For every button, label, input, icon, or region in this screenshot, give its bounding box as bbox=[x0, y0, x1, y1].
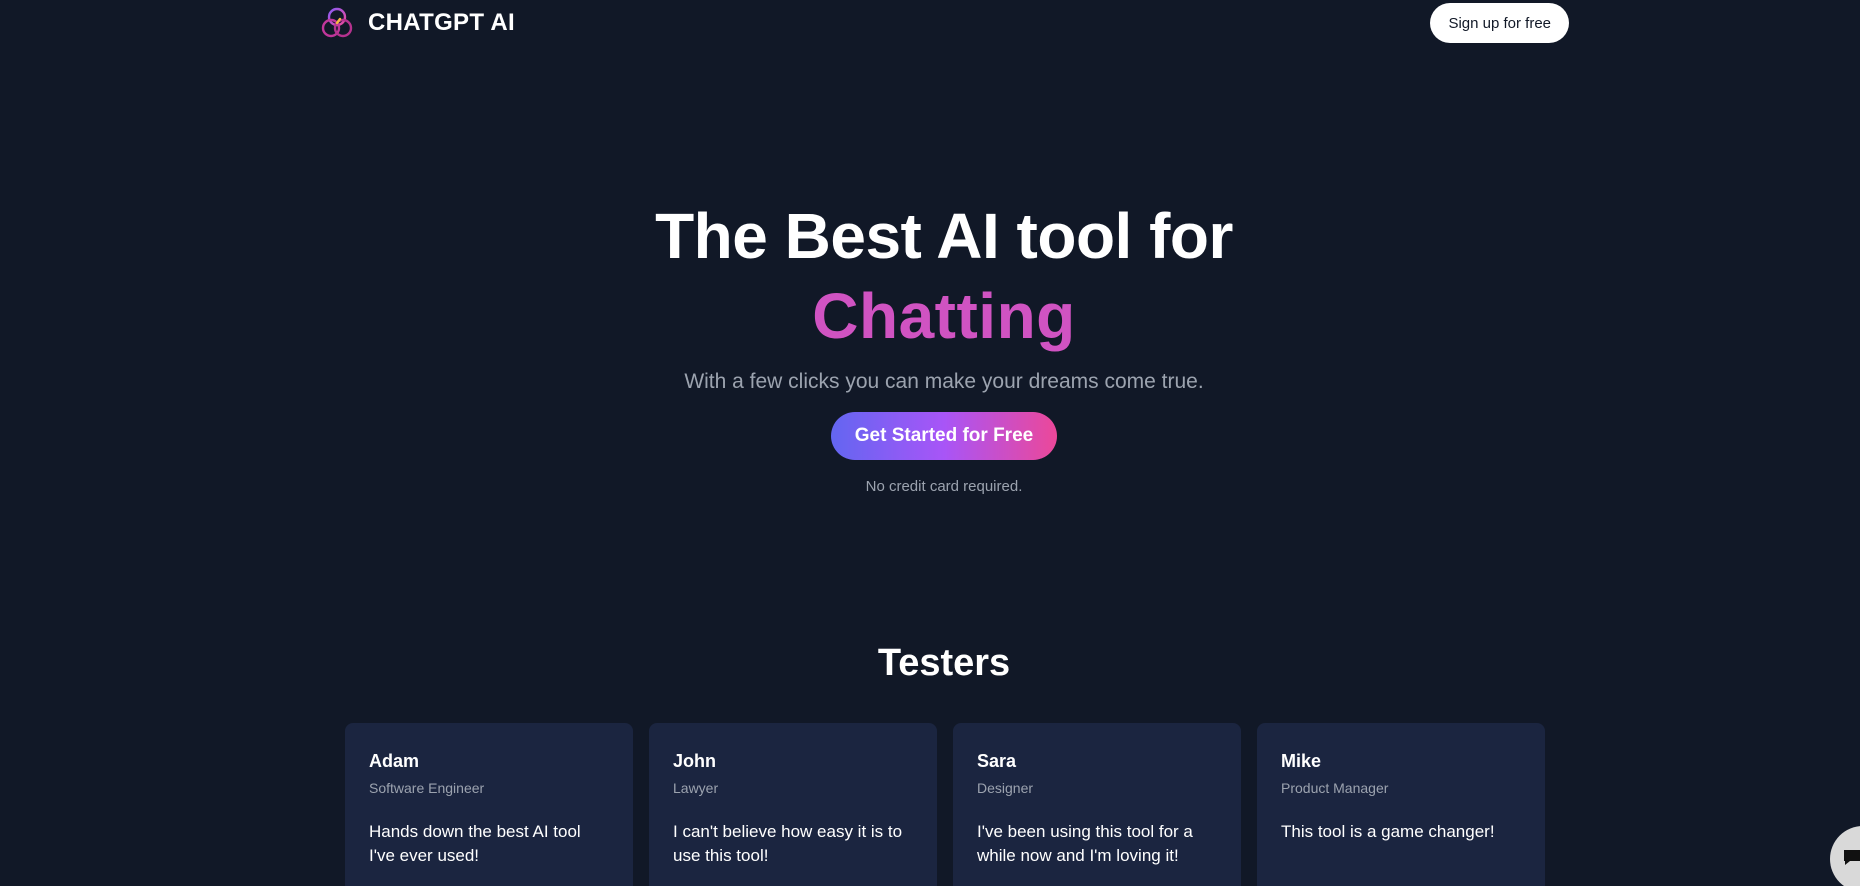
no-credit-card-note: No credit card required. bbox=[865, 478, 1023, 495]
testers-heading: Testers bbox=[877, 642, 1011, 684]
top-nav: CHATGPT AI Sign up for free bbox=[320, 0, 1569, 46]
get-started-button[interactable]: Get Started for Free bbox=[830, 412, 1058, 460]
tester-card-sara: Sara Designer I've been using this tool … bbox=[953, 723, 1241, 886]
tester-quote: This tool is a game changer! bbox=[1281, 822, 1495, 841]
tester-role: Software Engineer bbox=[369, 780, 485, 796]
tester-quote: I've been using this tool for a while no… bbox=[977, 822, 1193, 865]
signup-button[interactable]: Sign up for free bbox=[1430, 3, 1569, 43]
tester-quote: Hands down the best AI tool I've ever us… bbox=[369, 822, 581, 865]
tester-name: Adam bbox=[369, 751, 420, 771]
testers-cards: Adam Software Engineer Hands down the be… bbox=[345, 723, 1545, 886]
tester-name: Sara bbox=[977, 751, 1017, 771]
hero-accent-word: Chatting bbox=[812, 280, 1076, 352]
tester-role: Lawyer bbox=[673, 780, 719, 796]
chat-widget-button[interactable] bbox=[1830, 826, 1860, 886]
tester-card-john: John Lawyer I can't believe how easy it … bbox=[649, 723, 937, 886]
chat-bubble-icon bbox=[1844, 850, 1860, 865]
brand-name: CHATGPT AI bbox=[368, 9, 515, 36]
hero-section: The Best AI tool for Chatting With a few… bbox=[0, 196, 1860, 495]
tester-card-adam: Adam Software Engineer Hands down the be… bbox=[345, 723, 633, 886]
hero-subtitle: With a few clicks you can make your drea… bbox=[684, 370, 1204, 393]
tester-quote: I can't believe how easy it is to use th… bbox=[673, 822, 903, 865]
landing-page: CHATGPT AI Sign up for free The Best AI … bbox=[0, 0, 1860, 886]
three-rings-logo-icon bbox=[321, 7, 353, 38]
hero-title: The Best AI tool for bbox=[655, 200, 1233, 272]
brand[interactable]: CHATGPT AI bbox=[320, 6, 515, 40]
tester-card-mike: Mike Product Manager This tool is a game… bbox=[1257, 723, 1545, 886]
tester-name: Mike bbox=[1281, 751, 1322, 771]
tester-role: Designer bbox=[977, 780, 1034, 796]
tester-name: John bbox=[673, 751, 716, 771]
tester-role: Product Manager bbox=[1281, 780, 1389, 796]
